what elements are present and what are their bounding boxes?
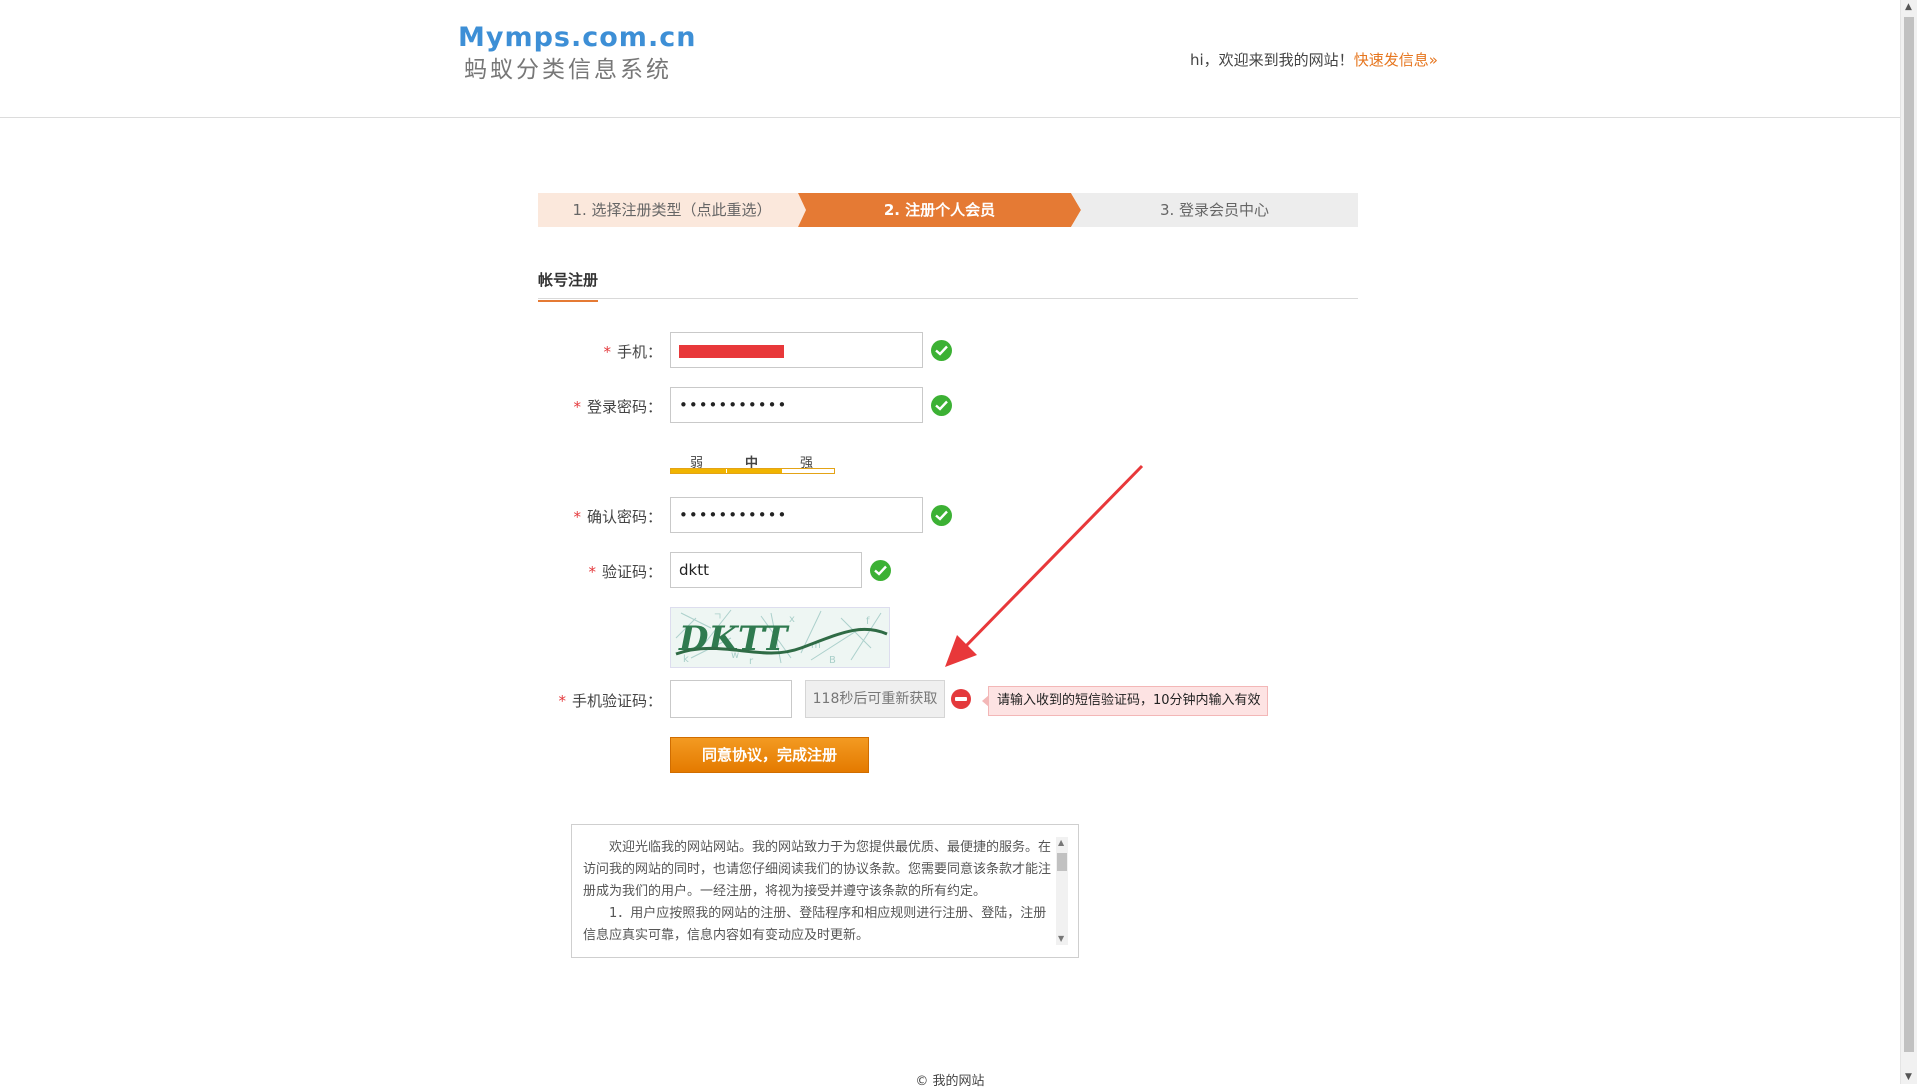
phone-label-text: 手机： <box>616 343 662 361</box>
error-icon <box>951 689 971 709</box>
agreement-scrollbar[interactable]: ▲ ▼ <box>1056 837 1068 945</box>
sms-code-label-text: 手机验证码： <box>571 692 662 710</box>
required-mark: * <box>573 508 581 526</box>
captcha-label-text: 验证码： <box>601 563 662 581</box>
strength-bar <box>670 468 835 474</box>
site-logo[interactable]: Mymps.com.cn 蚂蚁分类信息系统 <box>458 22 696 86</box>
sms-code-label: * 手机验证码： <box>558 690 662 711</box>
welcome-text: hi，欢迎来到我的网站！ <box>1190 51 1354 69</box>
phone-input[interactable] <box>670 332 923 368</box>
page-scroll-up-icon[interactable]: ▲ <box>1905 2 1912 12</box>
agreement-paragraph-1: 欢迎光临我的网站网站。我的网站致力于为您提供最优质、最便捷的服务。在访问我的网站… <box>583 840 1052 899</box>
confirm-password-valid-icon <box>931 505 952 526</box>
logo-text-en: Mymps.com.cn <box>458 22 697 53</box>
step-choose-type[interactable]: 1. 选择注册类型（点此重选） <box>538 193 806 227</box>
password-input[interactable]: ••••••••••• <box>670 387 923 423</box>
user-agreement-box[interactable]: 欢迎光临我的网站网站。我的网站致力于为您提供最优质、最便捷的服务。在访问我的网站… <box>571 824 1079 958</box>
scroll-down-arrow-icon[interactable]: ▼ <box>1058 935 1064 943</box>
strength-seg-medium <box>727 469 782 473</box>
quick-post-link[interactable]: 快速发信息» <box>1354 51 1438 69</box>
password-strength-meter: 弱 中 强 <box>670 452 835 474</box>
confirm-password-input[interactable]: ••••••••••• <box>670 497 923 533</box>
section-title: 帐号注册 <box>538 269 599 302</box>
scroll-up-arrow-icon[interactable]: ▲ <box>1058 839 1064 847</box>
svg-text:x: x <box>789 614 795 625</box>
confirm-password-label-text: 确认密码： <box>586 508 662 526</box>
sms-code-input[interactable] <box>670 680 792 718</box>
svg-text:B: B <box>829 655 836 666</box>
section-header: 帐号注册 <box>538 266 1358 302</box>
sms-code-error-tip: 请输入收到的短信验证码，10分钟内输入有效 <box>982 686 1268 716</box>
registration-steps: 1. 选择注册类型（点此重选） 2. 注册个人会员 3. 登录会员中心 <box>538 193 1358 227</box>
footer-copyright: © 我的网站 <box>915 1074 985 1089</box>
captcha-valid-icon <box>870 560 891 581</box>
page-scrollbar[interactable]: ▲ ▼ <box>1900 0 1917 1084</box>
page-scroll-thumb[interactable] <box>1904 17 1914 1052</box>
captcha-label: * 验证码： <box>588 561 662 582</box>
required-mark: * <box>558 692 566 710</box>
required-mark: * <box>573 398 581 416</box>
agree-and-register-button[interactable]: 同意协议，完成注册 <box>670 737 869 773</box>
step-login-member-center: 3. 登录会员中心 <box>1071 193 1358 227</box>
step-register-personal: 2. 注册个人会员 <box>798 193 1081 227</box>
confirm-password-label: * 确认密码： <box>573 506 662 527</box>
phone-valid-icon <box>931 340 952 361</box>
redacted-phone-number <box>679 345 784 358</box>
page-scroll-down-icon[interactable]: ▼ <box>1905 1072 1912 1082</box>
captcha-image[interactable]: kㄱrxBfwm DKTT <box>670 607 890 668</box>
resend-sms-button[interactable]: 118秒后可重新获取 <box>805 680 945 718</box>
agreement-paragraph-2: 1．用户应按照我的网站的注册、登陆程序和相应规则进行注册、登陆，注册信息应真实可… <box>583 906 1047 943</box>
logo-text-cn: 蚂蚁分类信息系统 <box>464 57 672 83</box>
svg-text:f: f <box>866 616 870 627</box>
site-header: Mymps.com.cn 蚂蚁分类信息系统 hi，欢迎来到我的网站！快速发信息» <box>0 0 1900 118</box>
agreement-scroll-thumb[interactable] <box>1057 853 1067 871</box>
password-label: * 登录密码： <box>573 396 662 417</box>
captcha-input[interactable]: dktt <box>670 552 862 588</box>
strength-seg-weak <box>671 469 726 473</box>
welcome-bar: hi，欢迎来到我的网站！快速发信息» <box>1190 49 1438 70</box>
password-valid-icon <box>931 395 952 416</box>
password-label-text: 登录密码： <box>586 398 662 416</box>
required-mark: * <box>603 343 611 361</box>
required-mark: * <box>588 563 596 581</box>
phone-label: * 手机： <box>603 341 662 362</box>
